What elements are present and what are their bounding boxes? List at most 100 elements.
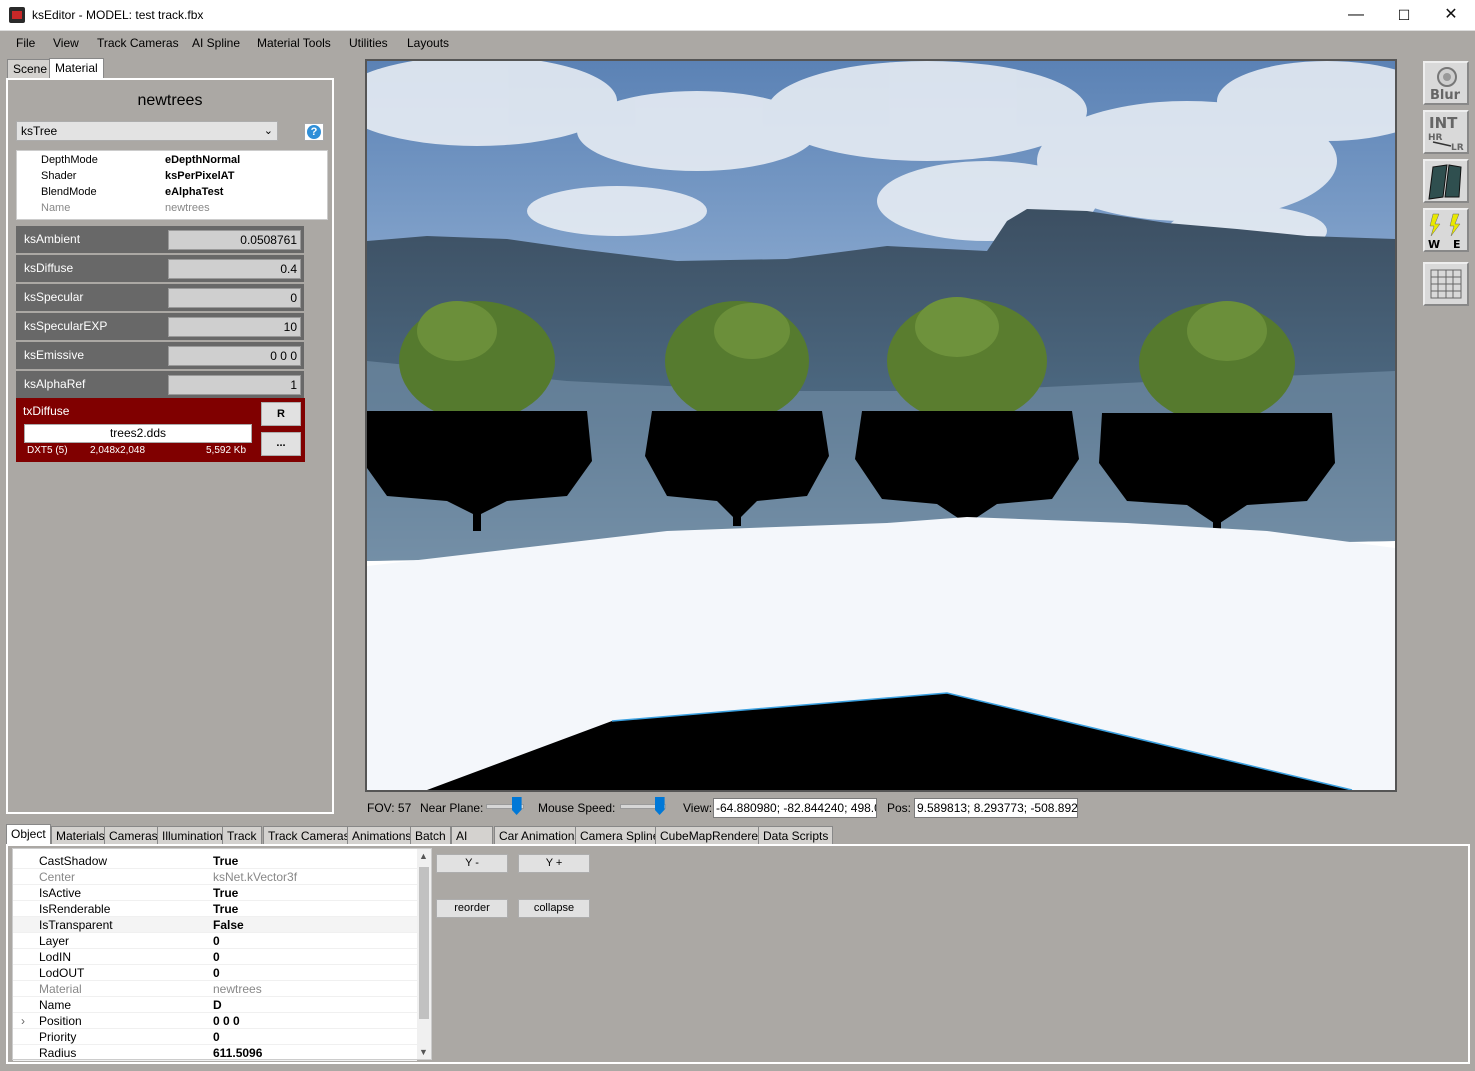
menu-layouts[interactable]: Layouts xyxy=(407,36,449,50)
title-bar: ksEditor - MODEL: test track.fbx — ☐ ✕ xyxy=(0,0,1475,31)
texture-slot: txDiffuse trees2.dds DXT5 (5) 2,048x2,04… xyxy=(16,398,305,462)
scene-render xyxy=(367,61,1395,790)
shader-type-select[interactable]: ksTree ⌄ xyxy=(16,121,278,141)
property-row[interactable]: IsTransparent False xyxy=(13,917,417,933)
menu-material-tools[interactable]: Material Tools xyxy=(257,36,331,50)
scroll-down-icon[interactable]: ▼ xyxy=(419,1047,428,1057)
property-row[interactable]: Name D xyxy=(13,997,417,1013)
blur-toggle-button[interactable]: Blur xyxy=(1423,61,1469,105)
scroll-up-icon[interactable]: ▲ xyxy=(419,851,428,861)
mouse-speed-slider-thumb[interactable] xyxy=(654,797,665,815)
grid-toggle-button[interactable] xyxy=(1423,262,1469,306)
view-field[interactable]: -64.880980; -82.844240; 498.055 xyxy=(713,798,877,818)
material-property-grid: DepthMode eDepthNormal Shader ksPerPixelAT… xyxy=(16,150,328,220)
param-input[interactable]: 10 xyxy=(168,317,301,337)
tab-cameras[interactable]: Cameras xyxy=(104,826,163,845)
param-input[interactable]: 0.4 xyxy=(168,259,301,279)
view-label: View: xyxy=(683,801,713,815)
chevron-right-icon[interactable]: › xyxy=(21,1013,25,1029)
tab-camera-spline[interactable]: Camera Spline xyxy=(575,826,665,845)
param-input[interactable]: 0 0 0 xyxy=(168,346,301,366)
shader-type-value: ksTree xyxy=(21,124,58,138)
tab-material[interactable]: Material xyxy=(49,58,104,79)
grid-icon xyxy=(1430,269,1462,299)
reorder-button[interactable]: reorder xyxy=(436,899,508,918)
param-input[interactable]: 0.0508761 xyxy=(168,230,301,250)
app-icon xyxy=(9,7,25,23)
tab-ai[interactable]: AI xyxy=(451,826,493,845)
help-icon: ? xyxy=(307,125,321,139)
y-minus-button[interactable]: Y - xyxy=(436,854,508,873)
texture-reload-button[interactable]: R xyxy=(261,402,301,426)
texture-resolution: 2,048x2,048 xyxy=(90,445,146,456)
param-row-ksspecular: ksSpecular 0 xyxy=(16,284,304,311)
tab-animations[interactable]: Animations xyxy=(347,826,417,845)
texture-slot-label: txDiffuse xyxy=(23,404,70,418)
tab-materials[interactable]: Materials xyxy=(51,826,110,845)
property-row[interactable]: CastShadow True xyxy=(13,853,417,869)
scrollbar-thumb[interactable] xyxy=(419,867,429,1019)
property-row[interactable]: IsActive True xyxy=(13,885,417,901)
property-row[interactable]: Shader ksPerPixelAT xyxy=(17,168,325,184)
pos-field[interactable]: 9.589813; 8.293773; -508.892100 xyxy=(914,798,1078,818)
texture-file-field[interactable]: trees2.dds xyxy=(24,424,252,443)
tab-illumination[interactable]: Illumination xyxy=(157,826,228,845)
svg-text:INT: INT xyxy=(1429,114,1458,132)
property-row[interactable]: LodIN 0 xyxy=(13,949,417,965)
3d-viewport[interactable] xyxy=(365,59,1397,792)
tab-data-scripts[interactable]: Data Scripts xyxy=(758,826,834,845)
blur-icon: Blur xyxy=(1430,67,1461,103)
int-toggle-button[interactable]: INT HR LR xyxy=(1423,110,1469,154)
property-row[interactable]: BlendMode eAlphaTest xyxy=(17,184,325,200)
property-row[interactable]: Center ksNet.kVector3f xyxy=(13,869,417,885)
help-button[interactable]: ? xyxy=(304,123,324,141)
near-plane-slider-thumb[interactable] xyxy=(511,797,522,815)
tab-batch[interactable]: Batch xyxy=(410,826,451,845)
property-row[interactable]: Priority 0 xyxy=(13,1029,417,1045)
param-input[interactable]: 0 xyxy=(168,288,301,308)
param-input[interactable]: 1 xyxy=(168,375,301,395)
tab-scene[interactable]: Scene xyxy=(7,59,54,78)
mouse-speed-label: Mouse Speed: xyxy=(538,801,616,815)
wireframe-toggle-button[interactable] xyxy=(1423,159,1469,203)
property-row[interactable]: Layer 0 xyxy=(13,933,417,949)
tab-object[interactable]: Object xyxy=(6,824,51,845)
collapse-button[interactable]: collapse xyxy=(518,899,590,918)
param-row-ksemissive: ksEmissive 0 0 0 xyxy=(16,342,304,369)
svg-text:Blur: Blur xyxy=(1430,88,1461,103)
param-row-ksspecularexp: ksSpecularEXP 10 xyxy=(16,313,304,340)
property-row[interactable]: Material newtrees xyxy=(13,981,417,997)
texture-size: 5,592 Kb xyxy=(206,445,247,456)
y-plus-button[interactable]: Y + xyxy=(518,854,590,873)
param-row-ksalpharef: ksAlphaRef 1 xyxy=(16,371,304,398)
menu-ai-spline[interactable]: AI Spline xyxy=(192,36,240,50)
property-row[interactable]: Radius 611.5096 xyxy=(13,1045,417,1061)
texture-browse-button[interactable]: ... xyxy=(261,432,301,456)
property-grid-scrollbar[interactable]: ▲ ▼ xyxy=(417,849,431,1059)
maximize-button[interactable]: ☐ xyxy=(1381,0,1427,30)
property-row[interactable]: › Position 0 0 0 xyxy=(13,1013,417,1029)
we-lights-button[interactable]: W E xyxy=(1423,208,1469,252)
object-panel: CastShadow True Center ksNet.kVector3f IsA… xyxy=(6,844,1470,1064)
property-row[interactable]: DepthMode eDepthNormal xyxy=(17,152,325,168)
tab-track-cameras[interactable]: Track Cameras xyxy=(263,826,355,845)
close-button[interactable]: ✕ xyxy=(1428,0,1474,30)
material-name: newtrees xyxy=(137,92,203,109)
tab-car-animations[interactable]: Car Animations xyxy=(494,826,586,845)
property-row[interactable]: Name newtrees xyxy=(17,200,325,216)
property-row[interactable]: IsRenderable True xyxy=(13,901,417,917)
menu-utilities[interactable]: Utilities xyxy=(349,36,388,50)
menu-view[interactable]: View xyxy=(53,36,79,50)
window-title: ksEditor - MODEL: test track.fbx xyxy=(32,8,204,22)
object-property-grid: CastShadow True Center ksNet.kVector3f IsA… xyxy=(12,848,432,1061)
menu-track-cameras[interactable]: Track Cameras xyxy=(97,36,179,50)
svg-text:W: W xyxy=(1428,238,1440,250)
minimize-button[interactable]: — xyxy=(1333,0,1379,30)
tab-track[interactable]: Track xyxy=(222,826,262,845)
param-row-ksambient: ksAmbient 0.0508761 xyxy=(16,226,304,253)
property-row[interactable]: LodOUT 0 xyxy=(13,965,417,981)
fov-label: FOV: 57 xyxy=(367,801,412,815)
tab-cubemaprenderer[interactable]: CubeMapRenderer xyxy=(655,826,768,845)
material-panel: newtrees ksTree ⌄ ? DepthMode eDepthNorma… xyxy=(6,78,334,814)
menu-file[interactable]: File xyxy=(16,36,35,50)
